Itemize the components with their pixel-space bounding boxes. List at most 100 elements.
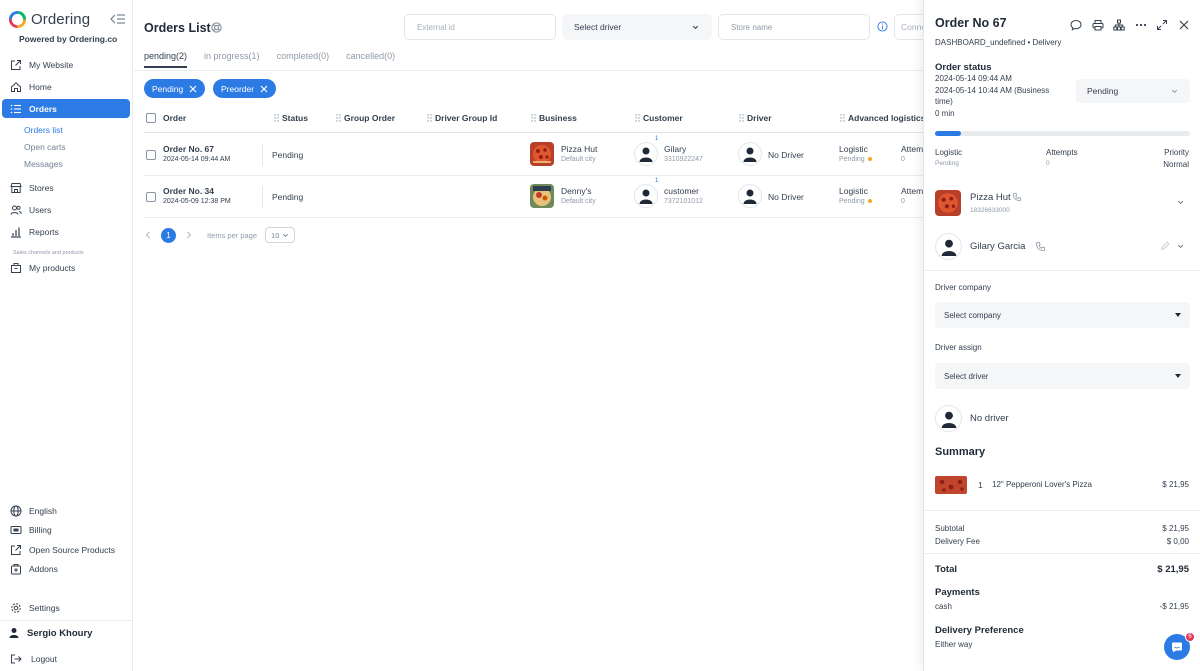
external-id-input[interactable]: External id <box>404 14 556 40</box>
logistic-label: Logistic <box>839 144 868 154</box>
pagination: 1 Items per page 10 <box>144 227 296 243</box>
chevron-down-icon[interactable] <box>1176 198 1185 207</box>
tab-completed[interactable]: completed(0) <box>277 51 330 68</box>
column-order[interactable]: Order <box>163 113 186 123</box>
drag-handle-icon[interactable] <box>336 114 341 122</box>
drag-handle-icon[interactable] <box>427 114 432 122</box>
row-checkbox[interactable] <box>146 192 156 202</box>
logistic-label: Logistic <box>839 186 868 196</box>
sidebar-item-label: Addons <box>29 563 58 574</box>
close-icon[interactable] <box>189 85 197 93</box>
drag-handle-icon[interactable] <box>274 114 279 122</box>
table-row[interactable]: Order No. 34 2024-05-09 12:38 PM Pending… <box>144 176 923 218</box>
column-customer[interactable]: Customer <box>635 113 683 123</box>
expand-icon[interactable] <box>1156 19 1168 31</box>
chevron-down-icon[interactable] <box>1176 242 1185 251</box>
tab-in-progress[interactable]: in progress(1) <box>204 51 260 68</box>
table-row[interactable]: Order No. 67 2024-05-14 09:44 AM Pending… <box>144 134 923 176</box>
sidebar-item-billing[interactable]: Billing <box>2 520 130 539</box>
current-user[interactable]: Sergio Khoury <box>8 627 92 639</box>
sidebar-sub-orders-list[interactable]: Orders list <box>24 125 63 135</box>
food-image-icon <box>530 184 554 208</box>
chat-icon[interactable] <box>1070 19 1082 31</box>
column-driver[interactable]: Driver <box>739 113 772 123</box>
sidebar-item-home[interactable]: Home <box>2 77 130 96</box>
column-business[interactable]: Business <box>531 113 577 123</box>
driver-company-select[interactable]: Select company <box>935 302 1190 328</box>
drag-handle-icon[interactable] <box>840 114 845 122</box>
sidebar-item-stores[interactable]: Stores <box>2 178 130 197</box>
sidebar-item-addons[interactable]: Addons <box>2 559 130 578</box>
tab-cancelled[interactable]: cancelled(0) <box>346 51 395 68</box>
column-advanced-logistics[interactable]: Advanced logistics <box>840 113 923 123</box>
panel-toolbar <box>1070 19 1199 31</box>
hierarchy-icon[interactable] <box>1113 19 1125 31</box>
column-group-order[interactable]: Group Order <box>336 113 395 123</box>
info-icon[interactable] <box>877 21 888 32</box>
sidebar-sub-open-carts[interactable]: Open carts <box>24 142 66 152</box>
sidebar-item-label: My Website <box>29 59 74 70</box>
column-driver-group-id[interactable]: Driver Group Id <box>427 113 497 123</box>
order-status-select[interactable]: Pending <box>1076 79 1190 103</box>
sidebar-item-language[interactable]: English <box>2 501 130 520</box>
lifebuoy-help-icon[interactable] <box>211 22 222 33</box>
box-icon <box>11 262 21 273</box>
sidebar-item-users[interactable]: Users <box>2 200 130 219</box>
store-name-input[interactable]: Store name <box>718 14 870 40</box>
sidebar-item-my-website[interactable]: My Website <box>2 55 130 74</box>
drag-handle-icon[interactable] <box>635 114 640 122</box>
chevron-down-icon <box>692 25 699 29</box>
sidebar-item-reports[interactable]: Reports <box>2 222 130 241</box>
customer-name: Gilary Garcia <box>970 241 1026 252</box>
sidebar-item-open-source[interactable]: Open Source Products <box>2 540 130 559</box>
sidebar-item-label: Settings <box>29 602 60 613</box>
phone-icon[interactable] <box>1012 192 1022 202</box>
filter-chip-pending[interactable]: Pending <box>144 79 206 98</box>
business-name: Pizza Hut <box>970 192 1011 203</box>
sidebar-item-settings[interactable]: Settings <box>2 598 130 617</box>
page-button-1[interactable]: 1 <box>161 227 176 243</box>
order-status-heading: Order status <box>935 62 992 73</box>
status-dot-icon <box>867 157 872 162</box>
driver-assign-select[interactable]: Select driver <box>935 363 1190 389</box>
print-icon[interactable] <box>1092 19 1104 31</box>
tab-pending[interactable]: pending(2) <box>144 51 188 68</box>
sidebar-item-orders[interactable]: Orders <box>2 99 130 118</box>
person-icon <box>941 239 956 256</box>
driver-company-label: Driver company <box>935 283 992 292</box>
sidebar-item-my-products[interactable]: My products <box>2 258 130 277</box>
connect-button[interactable]: Conne <box>894 14 923 40</box>
row-checkbox[interactable] <box>146 150 156 160</box>
chevron-left-icon[interactable] <box>144 231 152 239</box>
order-status: Pending <box>272 192 304 202</box>
sidebar-item-logout[interactable]: Logout <box>2 649 130 668</box>
drag-handle-icon[interactable] <box>531 114 536 122</box>
close-icon[interactable] <box>260 85 268 93</box>
select-all-checkbox[interactable] <box>146 113 156 123</box>
sidebar-item-label: Orders <box>29 103 57 114</box>
drag-handle-icon[interactable] <box>739 114 744 122</box>
filter-chip-preorder[interactable]: Preorder <box>213 79 277 98</box>
driver-name: No Driver <box>768 192 804 202</box>
logout-icon <box>11 654 22 663</box>
order-date: 2024-05-09 12:38 PM <box>163 198 231 205</box>
order-status-value: Pending <box>1087 86 1119 96</box>
delivery-fee-value: $ 0,00 <box>1166 537 1189 546</box>
close-icon[interactable] <box>1178 19 1190 31</box>
logistic-value: Pending <box>935 160 959 167</box>
product-image <box>935 476 967 494</box>
chevron-right-icon[interactable] <box>185 231 193 239</box>
more-options-icon[interactable] <box>1135 19 1147 31</box>
phone-icon[interactable] <box>1035 241 1046 252</box>
driver-filter-value: Select driver <box>574 22 622 32</box>
driver-filter-select[interactable]: Select driver <box>562 14 712 40</box>
business-city: Default city <box>561 156 596 163</box>
customer-name: customer <box>664 186 699 196</box>
edit-pencil-icon[interactable] <box>1160 241 1170 251</box>
sidebar-item-label: Open Source Products <box>29 544 115 555</box>
items-per-page-select[interactable]: 10 <box>265 227 296 243</box>
driver-avatar <box>738 142 762 166</box>
collapse-sidebar-icon[interactable] <box>110 12 126 26</box>
sidebar-sub-messages[interactable]: Messages <box>24 159 63 169</box>
column-status[interactable]: Status <box>274 113 308 123</box>
